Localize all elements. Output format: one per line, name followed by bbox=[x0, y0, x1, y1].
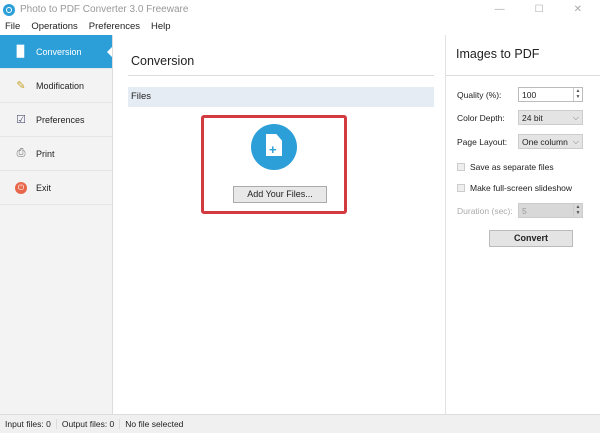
spin-arrows-icon[interactable]: ▲▼ bbox=[573, 204, 582, 217]
menu-bar: File Operations Preferences Help bbox=[0, 19, 600, 34]
save-separate-label: Save as separate files bbox=[470, 162, 554, 172]
power-icon: ⏻ bbox=[15, 182, 27, 194]
menu-preferences[interactable]: Preferences bbox=[89, 21, 140, 32]
chevron-down-icon: ⌵ bbox=[573, 113, 582, 123]
status-bar: Input files: 0 Output files: 0 No file s… bbox=[0, 414, 600, 433]
output-files-count: Output files: 0 bbox=[57, 419, 120, 429]
file-drop-area[interactable]: + Add Your Files... bbox=[201, 115, 347, 214]
files-header: Files bbox=[128, 87, 434, 107]
input-files-count: Input files: 0 bbox=[0, 419, 57, 429]
menu-help[interactable]: Help bbox=[151, 21, 171, 32]
add-file-icon[interactable]: + bbox=[251, 124, 297, 170]
convert-button[interactable]: Convert bbox=[489, 230, 573, 247]
sidebar-item-print[interactable]: ⎙ Print bbox=[0, 137, 112, 171]
maximize-button[interactable]: ☐ bbox=[535, 4, 544, 15]
duration-stepper[interactable]: 5 ▲▼ bbox=[518, 203, 583, 218]
panel-title: Images to PDF bbox=[456, 47, 539, 61]
settings-panel: Images to PDF Quality (%): 100 ▲▼ Color D… bbox=[445, 35, 600, 414]
spin-arrows-icon[interactable]: ▲▼ bbox=[573, 88, 582, 101]
selection-status: No file selected bbox=[120, 419, 188, 429]
edit-icon: ✎ bbox=[15, 80, 27, 92]
sidebar-item-modification[interactable]: ✎ Modification bbox=[0, 69, 112, 103]
page-layout-value: One column bbox=[522, 137, 568, 147]
divider bbox=[446, 75, 600, 76]
color-depth-select[interactable]: 24 bit ⌵ bbox=[518, 110, 583, 125]
sidebar-item-exit[interactable]: ⏻ Exit bbox=[0, 171, 112, 205]
printer-icon: ⎙ bbox=[15, 148, 27, 160]
divider bbox=[128, 75, 434, 76]
window-title: Photo to PDF Converter 3.0 Freeware bbox=[20, 4, 188, 15]
sidebar-item-conversion[interactable]: ▉ Conversion bbox=[0, 35, 112, 69]
duration-label: Duration (sec): bbox=[457, 206, 518, 216]
sidebar-item-label: Preferences bbox=[36, 115, 85, 125]
document-icon: ▉ bbox=[15, 46, 27, 58]
slideshow-label: Make full-screen slideshow bbox=[470, 183, 572, 193]
quality-value: 100 bbox=[522, 90, 536, 100]
slideshow-checkbox[interactable] bbox=[457, 184, 465, 192]
sidebar: ▉ Conversion ✎ Modification ☑ Preferences ⎙… bbox=[0, 35, 113, 414]
chevron-down-icon: ⌵ bbox=[573, 137, 582, 147]
add-files-button[interactable]: Add Your Files... bbox=[233, 186, 327, 203]
sidebar-item-label: Exit bbox=[36, 183, 51, 193]
quality-stepper[interactable]: 100 ▲▼ bbox=[518, 87, 583, 102]
quality-label: Quality (%): bbox=[457, 90, 518, 100]
sidebar-item-label: Modification bbox=[36, 81, 84, 91]
color-depth-value: 24 bit bbox=[522, 113, 543, 123]
sidebar-item-label: Print bbox=[36, 149, 55, 159]
color-depth-label: Color Depth: bbox=[457, 113, 518, 123]
save-separate-checkbox[interactable] bbox=[457, 163, 465, 171]
title-bar: Photo to PDF Converter 3.0 Freeware — ☐ … bbox=[0, 0, 600, 19]
page-layout-label: Page Layout: bbox=[457, 137, 518, 147]
checklist-icon: ☑ bbox=[15, 114, 27, 126]
close-button[interactable]: ✕ bbox=[574, 4, 582, 15]
sidebar-item-preferences[interactable]: ☑ Preferences bbox=[0, 103, 112, 137]
main-panel: Conversion Files + Add Your Files... bbox=[113, 35, 445, 414]
menu-operations[interactable]: Operations bbox=[31, 21, 77, 32]
page-title: Conversion bbox=[131, 54, 194, 68]
sidebar-item-label: Conversion bbox=[36, 47, 82, 57]
minimize-button[interactable]: — bbox=[495, 4, 505, 15]
duration-value: 5 bbox=[522, 206, 527, 216]
page-layout-select[interactable]: One column ⌵ bbox=[518, 134, 583, 149]
menu-file[interactable]: File bbox=[5, 21, 20, 32]
app-icon bbox=[3, 4, 15, 16]
